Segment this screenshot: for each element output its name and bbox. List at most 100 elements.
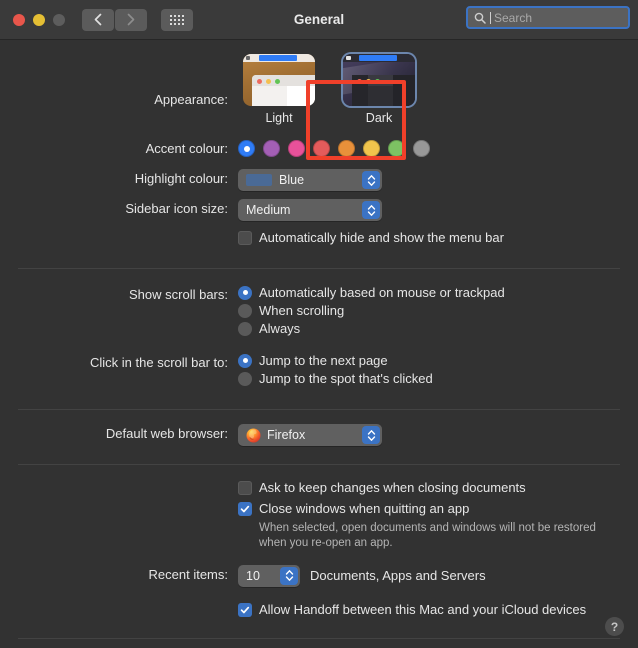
grid-icon xyxy=(170,14,184,25)
show-scroll-bars-options: Automatically based on mouse or trackpad… xyxy=(238,285,620,339)
auto-hide-menu-bar-label: Automatically hide and show the menu bar xyxy=(259,230,504,245)
handoff-control: Allow Handoff between this Mac and your … xyxy=(238,601,620,622)
show-all-preferences-button[interactable] xyxy=(161,8,193,31)
accent-colour-row: Accent colour: xyxy=(0,139,638,158)
preview-close-dot xyxy=(357,78,362,84)
back-button[interactable] xyxy=(82,8,114,31)
apple-menu-icon xyxy=(346,56,351,60)
highlight-colour-row: Highlight colour: Blue xyxy=(0,169,638,191)
accent-swatch-red[interactable] xyxy=(313,140,330,157)
default-browser-popup[interactable]: Firefox xyxy=(238,424,382,446)
accent-swatch-orange[interactable] xyxy=(338,140,355,157)
show-scroll-bars-row: Show scroll bars: Automatically based on… xyxy=(0,285,638,339)
dark-window-preview xyxy=(352,75,415,106)
appearance-options: Light Dark xyxy=(238,54,420,125)
scroll-bars-option-automatic-label: Automatically based on mouse or trackpad xyxy=(259,285,505,300)
accent-swatch-blue[interactable] xyxy=(238,140,255,157)
radio-always[interactable] xyxy=(238,321,252,336)
sidebar-icon-size-row: Sidebar icon size: Medium xyxy=(0,199,638,221)
ask-keep-changes-checkbox[interactable] xyxy=(238,480,252,495)
scroll-bars-option-always[interactable]: Always xyxy=(238,321,620,336)
window-titlebar: General Search xyxy=(0,0,638,40)
documents-options: Ask to keep changes when closing documen… xyxy=(238,479,620,551)
highlight-colour-popup[interactable]: Blue xyxy=(238,169,382,191)
help-button[interactable]: ? xyxy=(605,617,624,636)
minimize-window-button[interactable] xyxy=(33,13,45,26)
system-preferences-window: General Search Appearance: Light Dark Ac… xyxy=(0,0,638,648)
chevron-updown-icon xyxy=(280,566,298,585)
recent-items-popup[interactable]: 10 xyxy=(238,564,300,587)
preview-minimize-dot xyxy=(366,78,371,84)
close-windows-row[interactable]: Close windows when quitting an app xyxy=(238,500,620,518)
handoff-label: Allow Handoff between this Mac and your … xyxy=(259,601,587,617)
accent-swatch-purple[interactable] xyxy=(263,140,280,157)
preview-zoom-dot xyxy=(275,78,280,84)
recent-items-control: 10 Documents, Apps and Servers xyxy=(238,564,620,587)
recent-items-label: Recent items: xyxy=(148,566,228,582)
light-window-body xyxy=(287,86,315,106)
menu-bar-row: Automatically hide and show the menu bar xyxy=(0,229,638,250)
light-appearance-thumbnail[interactable] xyxy=(243,54,315,106)
sidebar-icon-size-popup[interactable]: Medium xyxy=(238,199,382,221)
zoom-window-button[interactable] xyxy=(53,13,65,26)
highlight-colour-label: Highlight colour: xyxy=(134,171,228,186)
search-field[interactable]: Search xyxy=(466,6,630,29)
appearance-option-dark[interactable]: Dark xyxy=(338,54,420,125)
appearance-label: Appearance: xyxy=(154,92,228,107)
accent-swatch-graphite[interactable] xyxy=(413,140,430,157)
auto-hide-menu-bar-checkbox-row[interactable]: Automatically hide and show the menu bar xyxy=(238,229,620,247)
close-window-button[interactable] xyxy=(13,13,25,26)
radio-jump-next-page[interactable] xyxy=(238,353,252,368)
highlight-colour-swatch xyxy=(246,174,272,186)
accent-swatch-yellow[interactable] xyxy=(363,140,380,157)
recent-items-description: Documents, Apps and Servers xyxy=(310,568,486,583)
click-scroll-option-next-page[interactable]: Jump to the next page xyxy=(238,353,620,368)
dark-accent-bar xyxy=(359,55,397,61)
appearance-row: Appearance: Light Dark xyxy=(0,40,638,125)
handoff-checkbox[interactable] xyxy=(238,602,252,617)
dark-appearance-thumbnail[interactable] xyxy=(343,54,415,106)
click-scroll-bar-options: Jump to the next page Jump to the spot t… xyxy=(238,353,620,389)
search-icon xyxy=(474,12,486,24)
click-scroll-bar-label: Click in the scroll bar to: xyxy=(90,355,228,370)
radio-when-scrolling[interactable] xyxy=(238,303,252,318)
divider-1 xyxy=(18,268,620,269)
search-placeholder: Search xyxy=(494,10,533,25)
preview-minimize-dot xyxy=(266,78,271,84)
divider-2 xyxy=(18,409,620,410)
light-label: Light xyxy=(265,111,293,125)
appearance-option-light[interactable]: Light xyxy=(238,54,320,125)
dark-window-body xyxy=(393,75,415,106)
default-browser-value: Firefox xyxy=(267,428,306,442)
radio-automatic[interactable] xyxy=(238,285,252,300)
click-scroll-option-spot-clicked[interactable]: Jump to the spot that's clicked xyxy=(238,371,620,386)
text-cursor xyxy=(490,11,491,24)
radio-jump-spot-clicked[interactable] xyxy=(238,371,252,386)
show-scroll-bars-label: Show scroll bars: xyxy=(129,287,228,302)
divider-3 xyxy=(18,463,620,465)
ask-keep-changes-row[interactable]: Ask to keep changes when closing documen… xyxy=(238,479,620,497)
scroll-bars-option-when-scrolling[interactable]: When scrolling xyxy=(238,303,620,318)
chevron-updown-icon xyxy=(362,171,380,189)
scroll-bars-option-always-label: Always xyxy=(259,321,301,336)
preview-zoom-dot xyxy=(375,78,380,84)
accent-swatch-green[interactable] xyxy=(388,140,405,157)
sidebar-icon-size-control: Medium xyxy=(238,199,620,221)
recent-items-row: Recent items: 10 Documents, Apps and Ser… xyxy=(0,564,638,587)
sidebar-icon-size-label: Sidebar icon size: xyxy=(125,201,228,216)
forward-button[interactable] xyxy=(115,8,147,31)
scroll-bars-option-automatic[interactable]: Automatically based on mouse or trackpad xyxy=(238,285,620,300)
click-scroll-bar-row: Click in the scroll bar to: Jump to the … xyxy=(0,353,638,389)
auto-hide-menu-bar-checkbox[interactable] xyxy=(238,231,252,245)
accent-swatch-pink[interactable] xyxy=(288,140,305,157)
firefox-icon xyxy=(246,428,261,443)
accent-colour-swatches xyxy=(238,140,620,157)
close-windows-checkbox[interactable] xyxy=(238,501,252,516)
chevron-updown-icon xyxy=(362,426,380,444)
close-windows-label: Close windows when quitting an app xyxy=(259,500,470,516)
handoff-checkbox-row[interactable]: Allow Handoff between this Mac and your … xyxy=(238,601,620,619)
recent-items-value: 10 xyxy=(246,568,260,583)
chevron-updown-icon xyxy=(362,201,380,219)
preview-close-dot xyxy=(257,78,262,84)
default-browser-control: Firefox xyxy=(238,424,620,448)
